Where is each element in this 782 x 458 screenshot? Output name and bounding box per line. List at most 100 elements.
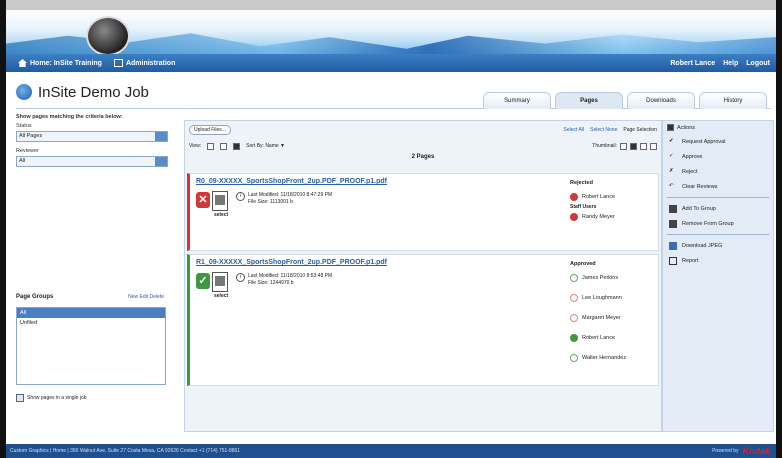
reviewer-select-value: All (19, 158, 26, 164)
thumbnail-medium-icon[interactable] (630, 142, 637, 150)
thumbnail-size-label: Thumbnail: (592, 143, 617, 149)
page-group-unfiled[interactable]: Unfiled (17, 318, 165, 328)
page-meta: Last Modified: 11/18/2010 8:53:48 PM Fil… (248, 273, 332, 287)
checkmark-icon: ✔ (669, 137, 674, 144)
nav-home-label: Home: InSite Training (30, 59, 102, 67)
file-size: File Size: 1113001 b (248, 199, 293, 205)
pending-icon (570, 314, 578, 322)
request-approval-action[interactable]: ✔ Request Approval (663, 134, 773, 149)
reject-action[interactable]: ✗ Reject (663, 164, 773, 179)
undo-icon: ↶ (669, 182, 674, 189)
page-card[interactable]: R0_09-XXXXX_SportsShopFront_2up.PDF_PROO… (187, 173, 659, 251)
remove-from-group-action[interactable]: Remove From Group (663, 216, 773, 231)
nav-admin-link[interactable]: Administration (113, 59, 175, 67)
reviewer: James Perkins (570, 271, 654, 285)
select-all-link[interactable]: Select All (564, 127, 585, 133)
actions-icon (667, 124, 674, 131)
page-thumbnail[interactable] (212, 272, 228, 292)
folder-add-icon (669, 204, 677, 213)
show-single-checkbox[interactable] (16, 394, 24, 402)
reviewer: Walter Hernandez (570, 351, 654, 365)
last-modified: Last Modified: 11/18/2010 8:47:29 PM (248, 192, 333, 198)
header-banner (6, 10, 776, 54)
view-toolbar: View: Sort By: Name ▼ Thumbnail: (189, 141, 657, 151)
page-filename-link[interactable]: R0_09-XXXXX_SportsShopFront_2up.PDF_PROO… (196, 178, 387, 185)
reviewer-name: Robert Lance (582, 194, 616, 200)
page-card[interactable]: R1_09-XXXXX_SportsShopFront_2up.PDF_PROO… (187, 254, 659, 386)
select-label[interactable]: select (214, 293, 228, 299)
approve-icon: ✓ (669, 152, 674, 159)
grid-view-icon[interactable] (207, 142, 215, 150)
nav-bar: Home: InSite Training Administration Rob… (6, 54, 776, 72)
page-group-all[interactable]: All (17, 308, 165, 318)
filter-panel: Show pages matching the criteria below: … (16, 114, 178, 434)
reviewer: Robert Lance (570, 190, 654, 204)
page-groups-list: All Unfiled (16, 307, 166, 385)
logout-link[interactable]: Logout (746, 60, 770, 67)
list-view-icon[interactable] (220, 142, 228, 150)
select-none-link[interactable]: Select None (590, 127, 617, 133)
nav-home-link[interactable]: Home: InSite Training (18, 59, 102, 67)
page-filename-link[interactable]: R1_09-XXXXX_SportsShopFront_2up.PDF_PROO… (196, 259, 387, 266)
reviewer-select[interactable]: All (16, 156, 168, 167)
tab-pages[interactable]: Pages (555, 92, 623, 109)
tab-bar: Summary Pages Downloads History (483, 92, 767, 109)
actions-panel: Actions ✔ Request Approval ✓ Approve ✗ Reje… (662, 120, 774, 432)
reviewer-name: Margaret Meyer (582, 315, 621, 321)
download-icon (669, 241, 677, 250)
action-label: Remove From Group (682, 220, 734, 227)
reviewer-name: Lee Loughmann (582, 295, 622, 301)
show-single-label: Show pages in a single job (27, 395, 87, 401)
page-groups-links[interactable]: New Edit Delete (128, 294, 164, 300)
reviewer: Lee Loughmann (570, 291, 654, 305)
rejected-icon: ✕ (196, 192, 210, 208)
tab-summary[interactable]: Summary (483, 92, 551, 109)
reviewer-name: James Perkins (582, 275, 619, 281)
page-groups-title: Page Groups (16, 294, 54, 300)
rejected-icon (570, 193, 578, 201)
review-status: Rejected Robert Lance Staff Users Randy … (570, 180, 654, 224)
sort-select[interactable]: Sort By: Name ▼ (246, 143, 285, 149)
chevron-down-icon (155, 132, 167, 141)
pending-icon (570, 294, 578, 302)
action-label: Clear Reviews (682, 183, 718, 190)
add-to-group-action[interactable]: Add To Group (663, 201, 773, 216)
select-label[interactable]: select (214, 212, 228, 218)
thumbnail-large-icon[interactable] (640, 142, 647, 150)
page-title: InSite Demo Job (38, 84, 149, 101)
pending-icon (570, 274, 578, 282)
reviewer: Randy Meyer (570, 210, 654, 224)
tab-history[interactable]: History (699, 92, 767, 109)
user-name-link[interactable]: Robert Lance (670, 60, 715, 67)
download-jpeg-action[interactable]: Download JPEG (663, 238, 773, 253)
thumbnail-view-icon[interactable] (233, 142, 241, 150)
upload-button[interactable]: Upload Files... (189, 125, 231, 135)
page-thumbnail[interactable] (212, 191, 228, 211)
reviewer-label: Reviewer (16, 148, 39, 154)
tab-downloads[interactable]: Downloads (627, 92, 695, 109)
action-label: Add To Group (682, 205, 716, 212)
status-select[interactable]: All Pages (16, 131, 168, 142)
actions-header: Actions (663, 121, 773, 134)
status-select-value: All Pages (19, 133, 43, 139)
thumbnail-small-icon[interactable] (620, 142, 627, 150)
home-icon (18, 59, 27, 67)
help-link[interactable]: Help (723, 60, 738, 67)
reject-icon: ✗ (669, 167, 674, 174)
thumbnail-xlarge-icon[interactable] (650, 142, 657, 150)
browser-window: Home: InSite Training Administration Rob… (6, 0, 776, 458)
bookmarks-bar (6, 0, 776, 10)
approve-action[interactable]: ✓ Approve (663, 149, 773, 164)
clear-reviews-action[interactable]: ↶ Clear Reviews (663, 179, 773, 194)
file-size: File Size: 1244970 b (248, 280, 294, 286)
kodak-logo: Kodak (742, 446, 770, 456)
last-modified: Last Modified: 11/18/2010 8:53:48 PM (248, 273, 333, 279)
reviewer-name: Walter Hernandez (582, 355, 627, 361)
info-icon[interactable]: i (236, 192, 245, 201)
approved-icon: ✓ (196, 273, 210, 289)
view-label: View: (189, 143, 202, 149)
actions-title: Actions (677, 124, 696, 131)
info-icon[interactable]: i (236, 273, 245, 282)
report-action[interactable]: Report (663, 253, 773, 268)
review-status: Approved James Perkins Lee Loughmann Mar… (570, 261, 654, 365)
